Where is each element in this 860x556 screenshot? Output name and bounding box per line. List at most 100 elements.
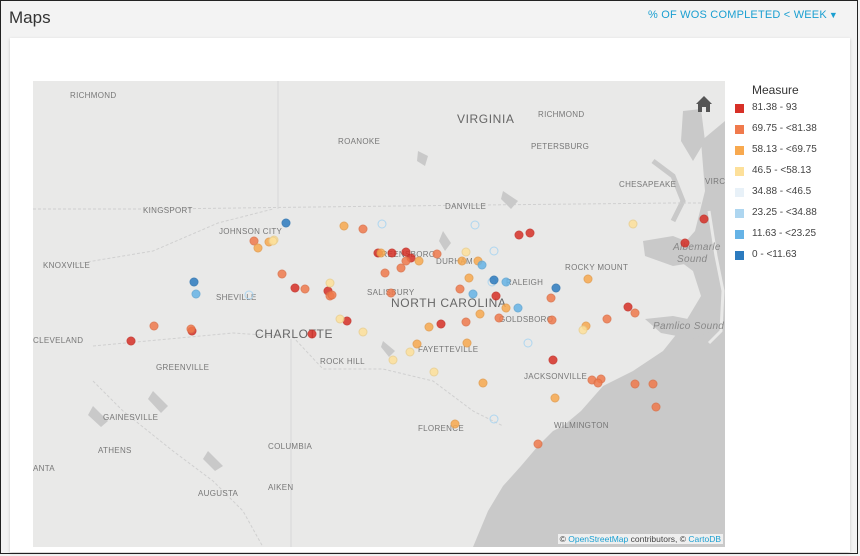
- map-point[interactable]: [436, 319, 446, 329]
- map-point[interactable]: [550, 393, 560, 403]
- map-point[interactable]: [630, 308, 640, 318]
- map-point[interactable]: [470, 220, 480, 230]
- legend-swatch: [735, 209, 744, 218]
- map-point[interactable]: [475, 309, 485, 319]
- map-point[interactable]: [386, 288, 396, 298]
- map-point[interactable]: [461, 247, 471, 257]
- map-point[interactable]: [429, 367, 439, 377]
- map-point[interactable]: [602, 314, 612, 324]
- map-point[interactable]: [149, 321, 159, 331]
- legend-item[interactable]: 0 - <11.63: [735, 250, 850, 271]
- legend-swatch: [735, 251, 744, 260]
- map-point[interactable]: [290, 283, 300, 293]
- measure-selector[interactable]: % OF WOS COMPLETED < WEEK ▼: [648, 9, 838, 21]
- map-point[interactable]: [477, 260, 487, 270]
- map-point[interactable]: [126, 336, 136, 346]
- map-point[interactable]: [189, 277, 199, 287]
- map-point[interactable]: [680, 238, 690, 248]
- map-view[interactable]: RICHMOND RICHMOND ROANOKE PETERSBURG CHESAPE…: [33, 81, 725, 547]
- map-point[interactable]: [533, 439, 543, 449]
- city-label: CHARLOTTE: [255, 327, 334, 341]
- map-point[interactable]: [548, 355, 558, 365]
- lake-5: [148, 391, 168, 413]
- map-point[interactable]: [489, 246, 499, 256]
- map-point[interactable]: [380, 268, 390, 278]
- legend-label: 34.88 - <46.5: [752, 186, 812, 197]
- map-point[interactable]: [450, 419, 460, 429]
- map-point[interactable]: [578, 325, 588, 335]
- map-point[interactable]: [501, 277, 511, 287]
- map-point[interactable]: [186, 324, 196, 334]
- map-point[interactable]: [523, 338, 533, 348]
- map-point[interactable]: [491, 291, 501, 301]
- map-point[interactable]: [281, 218, 291, 228]
- legend-item[interactable]: 46.5 - <58.13: [735, 166, 850, 187]
- map-point[interactable]: [191, 289, 201, 299]
- map-point[interactable]: [455, 284, 465, 294]
- map-point[interactable]: [412, 339, 422, 349]
- map-point[interactable]: [525, 228, 535, 238]
- legend-label: 58.13 - <69.75: [752, 144, 817, 155]
- map-point[interactable]: [414, 256, 424, 266]
- legend-label: 23.25 - <34.88: [752, 207, 817, 218]
- chesapeake-river: [651, 159, 686, 223]
- legend-item[interactable]: 23.25 - <34.88: [735, 208, 850, 229]
- map-point[interactable]: [325, 278, 335, 288]
- legend: Measure 81.38 - 93 69.75 - <81.38 58.13 - …: [735, 83, 850, 271]
- map-point[interactable]: [494, 313, 504, 323]
- map-point[interactable]: [358, 224, 368, 234]
- legend-item[interactable]: 81.38 - 93: [735, 103, 850, 124]
- map-point[interactable]: [387, 248, 397, 258]
- map-point[interactable]: [277, 269, 287, 279]
- legend-item[interactable]: 69.75 - <81.38: [735, 124, 850, 145]
- map-point[interactable]: [377, 219, 387, 229]
- measure-selector-label: % OF WOS COMPLETED < WEEK: [648, 9, 827, 21]
- map-point[interactable]: [244, 290, 254, 300]
- map-point[interactable]: [457, 256, 467, 266]
- map-point[interactable]: [388, 355, 398, 365]
- map-point[interactable]: [547, 315, 557, 325]
- cartodb-link[interactable]: CartoDB: [688, 534, 721, 544]
- map-point[interactable]: [335, 314, 345, 324]
- city-label: ANTA: [33, 464, 55, 473]
- map-point[interactable]: [300, 284, 310, 294]
- map-point[interactable]: [468, 289, 478, 299]
- map-point[interactable]: [464, 273, 474, 283]
- map-point[interactable]: [489, 414, 499, 424]
- map-point[interactable]: [358, 327, 368, 337]
- map-point[interactable]: [376, 248, 386, 258]
- map-point[interactable]: [593, 378, 603, 388]
- map-point[interactable]: [514, 230, 524, 240]
- map-point[interactable]: [307, 329, 317, 339]
- map-point[interactable]: [628, 219, 638, 229]
- legend-item[interactable]: 11.63 - <23.25: [735, 229, 850, 250]
- map-point[interactable]: [253, 243, 263, 253]
- home-icon[interactable]: [695, 95, 713, 113]
- city-label: COLUMBIA: [268, 442, 313, 451]
- map-point[interactable]: [648, 379, 658, 389]
- map-point[interactable]: [651, 402, 661, 412]
- map-point[interactable]: [501, 303, 511, 313]
- map-point[interactable]: [551, 283, 561, 293]
- map-point[interactable]: [396, 263, 406, 273]
- map-point[interactable]: [546, 293, 556, 303]
- map-point[interactable]: [462, 338, 472, 348]
- legend-item[interactable]: 34.88 - <46.5: [735, 187, 850, 208]
- map-point[interactable]: [630, 379, 640, 389]
- map-point[interactable]: [583, 274, 593, 284]
- map-attribution: © OpenStreetMap contributors, © CartoDB: [557, 534, 723, 544]
- map-point[interactable]: [268, 236, 278, 246]
- map-point[interactable]: [405, 347, 415, 357]
- map-point[interactable]: [432, 249, 442, 259]
- city-label: CLEVELAND: [33, 336, 84, 345]
- legend-item[interactable]: 58.13 - <69.75: [735, 145, 850, 166]
- map-point[interactable]: [461, 317, 471, 327]
- map-point[interactable]: [339, 221, 349, 231]
- osm-link[interactable]: OpenStreetMap: [568, 534, 628, 544]
- map-point[interactable]: [327, 290, 337, 300]
- map-point[interactable]: [489, 275, 499, 285]
- map-point[interactable]: [424, 322, 434, 332]
- map-point[interactable]: [478, 378, 488, 388]
- map-point[interactable]: [513, 303, 523, 313]
- map-point[interactable]: [699, 214, 709, 224]
